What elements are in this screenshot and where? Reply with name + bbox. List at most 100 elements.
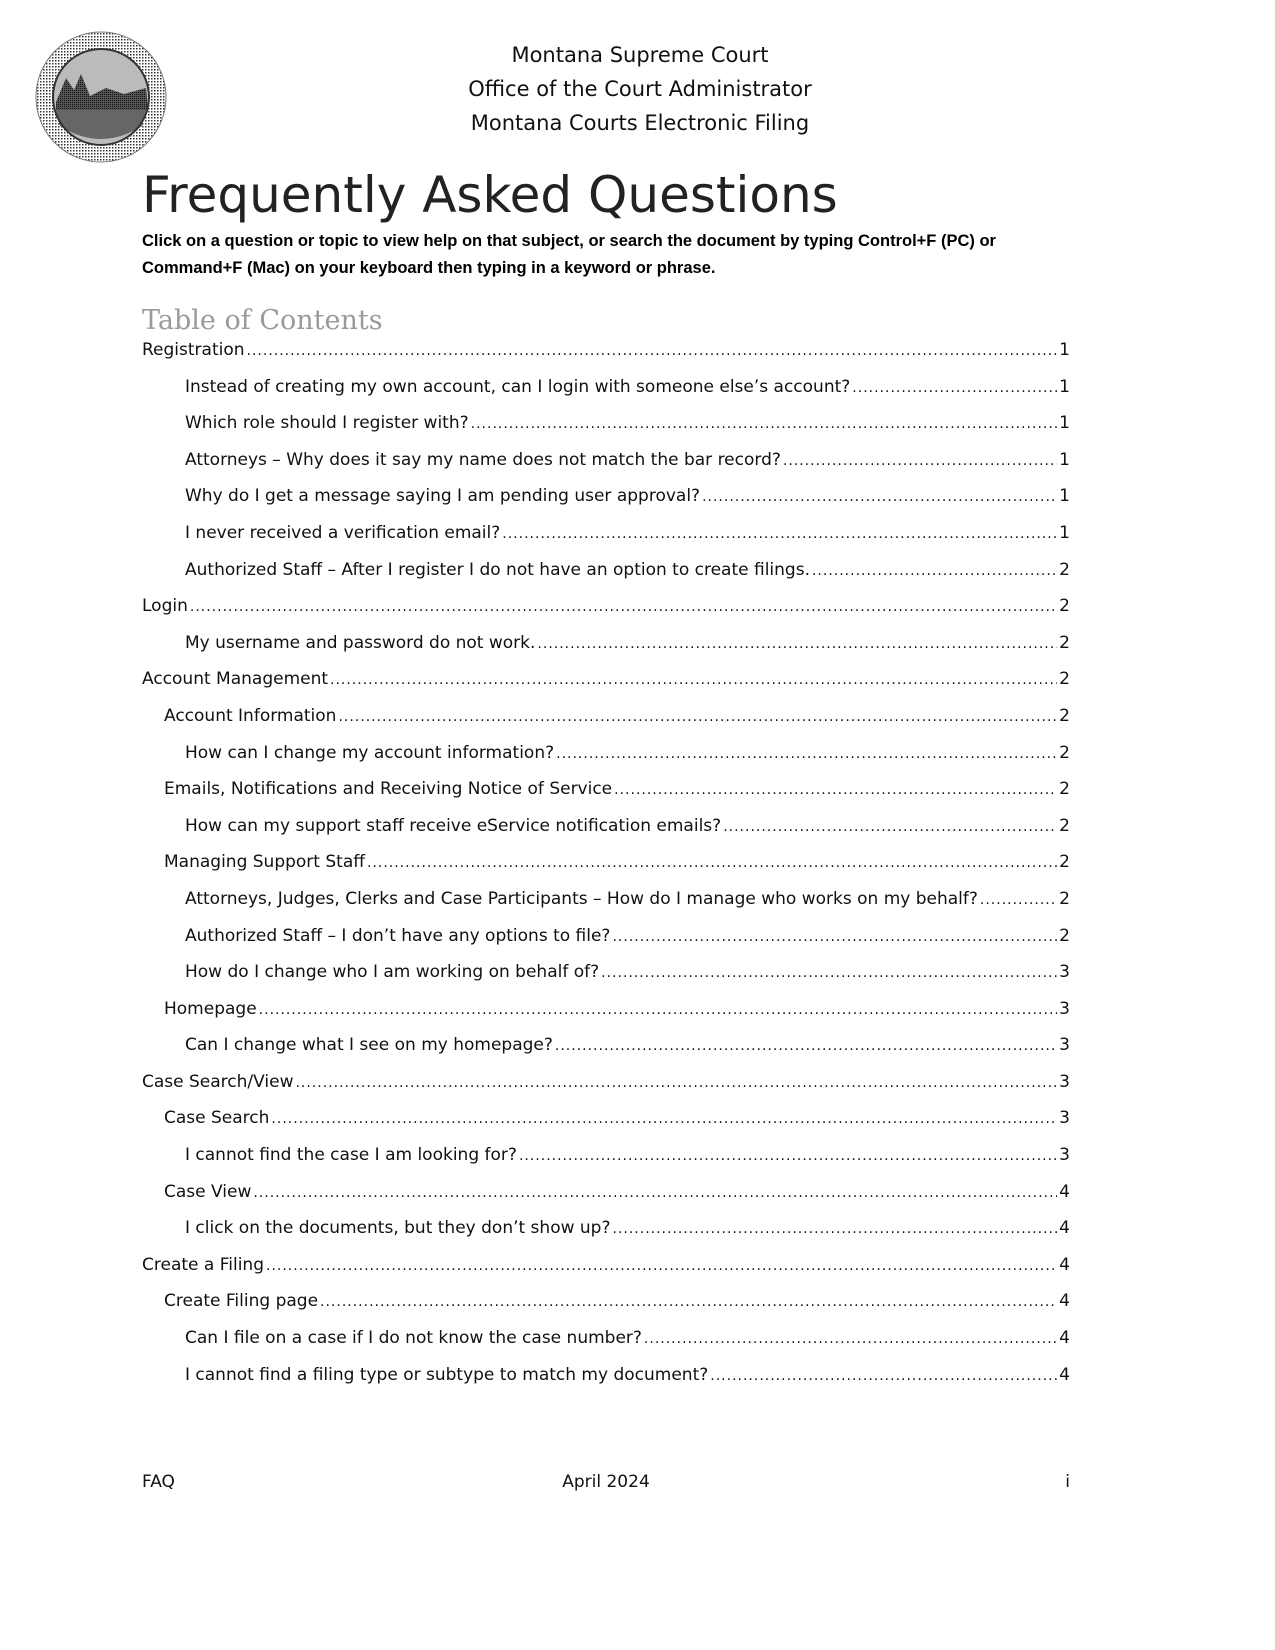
toc-entry-label[interactable]: Can I change what I see on my homepage? — [185, 1035, 553, 1055]
toc-entry[interactable]: Can I change what I see on my homepage? 3 — [142, 1035, 1070, 1072]
toc-entry-page[interactable]: 2 — [1059, 743, 1070, 763]
toc-entry[interactable]: Create a Filing 4 — [142, 1255, 1070, 1292]
toc-entry[interactable]: Homepage 3 — [142, 999, 1070, 1036]
toc-entry-page[interactable]: 1 — [1059, 340, 1070, 360]
toc-entry-label[interactable]: Create a Filing — [142, 1255, 264, 1275]
toc-entry-label[interactable]: Emails, Notifications and Receiving Noti… — [164, 779, 612, 799]
toc-entry-page[interactable]: 2 — [1059, 596, 1070, 616]
toc-entry-label[interactable]: Which role should I register with? — [185, 413, 469, 433]
toc-entry-label[interactable]: Instead of creating my own account, can … — [185, 377, 850, 397]
toc-entry[interactable]: My username and password do not work. 2 — [142, 633, 1070, 670]
toc-entry-label[interactable]: Managing Support Staff — [164, 852, 365, 872]
document-header: Montana Supreme Court Office of the Cour… — [340, 38, 940, 140]
toc-entry[interactable]: Account Information 2 — [142, 706, 1070, 743]
toc-entry-label[interactable]: I click on the documents, but they don’t… — [185, 1218, 611, 1238]
toc-entry-page[interactable]: 2 — [1059, 889, 1070, 909]
toc-entry[interactable]: Attorneys, Judges, Clerks and Case Parti… — [142, 889, 1070, 926]
toc-entry[interactable]: How do I change who I am working on beha… — [142, 962, 1070, 999]
toc-entry[interactable]: How can I change my account information?… — [142, 743, 1070, 780]
toc-entry[interactable]: I click on the documents, but they don’t… — [142, 1218, 1070, 1255]
toc-dot-leader — [644, 1331, 1057, 1347]
toc-entry[interactable]: Can I file on a case if I do not know th… — [142, 1328, 1070, 1365]
toc-entry-page[interactable]: 2 — [1059, 633, 1070, 653]
toc-entry-label[interactable]: How can I change my account information? — [185, 743, 554, 763]
toc-heading: Table of Contents — [142, 305, 383, 336]
toc-dot-leader — [519, 1148, 1057, 1164]
toc-entry-label[interactable]: I never received a verification email? — [185, 523, 500, 543]
toc-entry-label[interactable]: Account Information — [164, 706, 336, 726]
toc-entry-label[interactable]: Case View — [164, 1182, 251, 1202]
toc-entry[interactable]: Login 2 — [142, 596, 1070, 633]
toc-entry-label[interactable]: Can I file on a case if I do not know th… — [185, 1328, 642, 1348]
toc-entry-label[interactable]: Attorneys, Judges, Clerks and Case Parti… — [185, 889, 978, 909]
toc-entry[interactable]: Case Search 3 — [142, 1108, 1070, 1145]
toc-entry-page[interactable]: 2 — [1059, 669, 1070, 689]
toc-entry-page[interactable]: 4 — [1059, 1328, 1070, 1348]
toc-entry-label[interactable]: Account Management — [142, 669, 328, 689]
toc-entry[interactable]: How can my support staff receive eServic… — [142, 816, 1070, 853]
toc-entry[interactable]: Registration 1 — [142, 340, 1070, 377]
toc-entry[interactable]: Managing Support Staff 2 — [142, 852, 1070, 889]
toc-entry-page[interactable]: 3 — [1059, 1108, 1070, 1128]
toc-entry-page[interactable]: 4 — [1059, 1291, 1070, 1311]
toc-entry-label[interactable]: Why do I get a message saying I am pendi… — [185, 486, 700, 506]
toc-entry-page[interactable]: 1 — [1059, 413, 1070, 433]
toc-entry-page[interactable]: 4 — [1059, 1218, 1070, 1238]
toc-entry-page[interactable]: 1 — [1059, 450, 1070, 470]
toc-entry-page[interactable]: 3 — [1059, 1072, 1070, 1092]
toc-entry[interactable]: Account Management 2 — [142, 669, 1070, 706]
toc-entry[interactable]: I never received a verification email? 1 — [142, 523, 1070, 560]
toc-entry-page[interactable]: 1 — [1059, 486, 1070, 506]
toc-dot-leader — [555, 1038, 1057, 1054]
toc-entry-label[interactable]: Authorized Staff – I don’t have any opti… — [185, 926, 610, 946]
toc-entry-label[interactable]: Registration — [142, 340, 245, 360]
toc-entry[interactable]: Emails, Notifications and Receiving Noti… — [142, 779, 1070, 816]
toc-entry[interactable]: I cannot find the case I am looking for?… — [142, 1145, 1070, 1182]
toc-entry-page[interactable]: 2 — [1059, 816, 1070, 836]
toc-entry-page[interactable]: 2 — [1059, 852, 1070, 872]
toc-entry-page[interactable]: 1 — [1059, 523, 1070, 543]
toc-entry-label[interactable]: I cannot find the case I am looking for? — [185, 1145, 517, 1165]
toc-entry-page[interactable]: 3 — [1059, 962, 1070, 982]
toc-entry-label[interactable]: Create Filing page — [164, 1291, 318, 1311]
toc-dot-leader — [723, 819, 1057, 835]
toc-entry[interactable]: Instead of creating my own account, can … — [142, 377, 1070, 414]
toc-entry-label[interactable]: Case Search — [164, 1108, 269, 1128]
toc-dot-leader — [702, 489, 1057, 505]
toc-entry[interactable]: Authorized Staff – After I register I do… — [142, 560, 1070, 597]
toc-entry[interactable]: Case View 4 — [142, 1182, 1070, 1219]
toc-dot-leader — [471, 416, 1058, 432]
toc-entry[interactable]: Which role should I register with? 1 — [142, 413, 1070, 450]
toc-entry-label[interactable]: I cannot find a filing type or subtype t… — [185, 1365, 708, 1385]
toc-dot-leader — [338, 709, 1057, 725]
toc-entry-page[interactable]: 2 — [1059, 926, 1070, 946]
toc-entry-label[interactable]: How can my support staff receive eServic… — [185, 816, 721, 836]
toc-entry-page[interactable]: 1 — [1059, 377, 1070, 397]
toc-entry-page[interactable]: 2 — [1059, 706, 1070, 726]
toc-entry[interactable]: I cannot find a filing type or subtype t… — [142, 1365, 1070, 1402]
toc-dot-leader — [367, 855, 1057, 871]
toc-entry-label[interactable]: My username and password do not work. — [185, 633, 535, 653]
toc-dot-leader — [980, 892, 1057, 908]
toc-entry-label[interactable]: How do I change who I am working on beha… — [185, 962, 599, 982]
toc-entry[interactable]: Attorneys – Why does it say my name does… — [142, 450, 1070, 487]
toc-entry-page[interactable]: 3 — [1059, 999, 1070, 1019]
toc-entry-page[interactable]: 3 — [1059, 1035, 1070, 1055]
court-seal-icon — [34, 30, 168, 164]
toc-entry-page[interactable]: 2 — [1059, 779, 1070, 799]
toc-dot-leader — [247, 343, 1058, 359]
toc-entry-page[interactable]: 2 — [1059, 560, 1070, 580]
toc-entry-label[interactable]: Attorneys – Why does it say my name does… — [185, 450, 781, 470]
toc-entry-label[interactable]: Authorized Staff – After I register I do… — [185, 560, 810, 580]
toc-entry-page[interactable]: 4 — [1059, 1365, 1070, 1385]
toc-entry[interactable]: Create Filing page 4 — [142, 1291, 1070, 1328]
toc-entry-label[interactable]: Case Search/View — [142, 1072, 293, 1092]
toc-entry-page[interactable]: 4 — [1059, 1182, 1070, 1202]
toc-entry-label[interactable]: Homepage — [164, 999, 257, 1019]
toc-entry[interactable]: Why do I get a message saying I am pendi… — [142, 486, 1070, 523]
toc-entry-label[interactable]: Login — [142, 596, 188, 616]
toc-entry[interactable]: Case Search/View 3 — [142, 1072, 1070, 1109]
toc-entry-page[interactable]: 4 — [1059, 1255, 1070, 1275]
toc-entry-page[interactable]: 3 — [1059, 1145, 1070, 1165]
toc-entry[interactable]: Authorized Staff – I don’t have any opti… — [142, 926, 1070, 963]
